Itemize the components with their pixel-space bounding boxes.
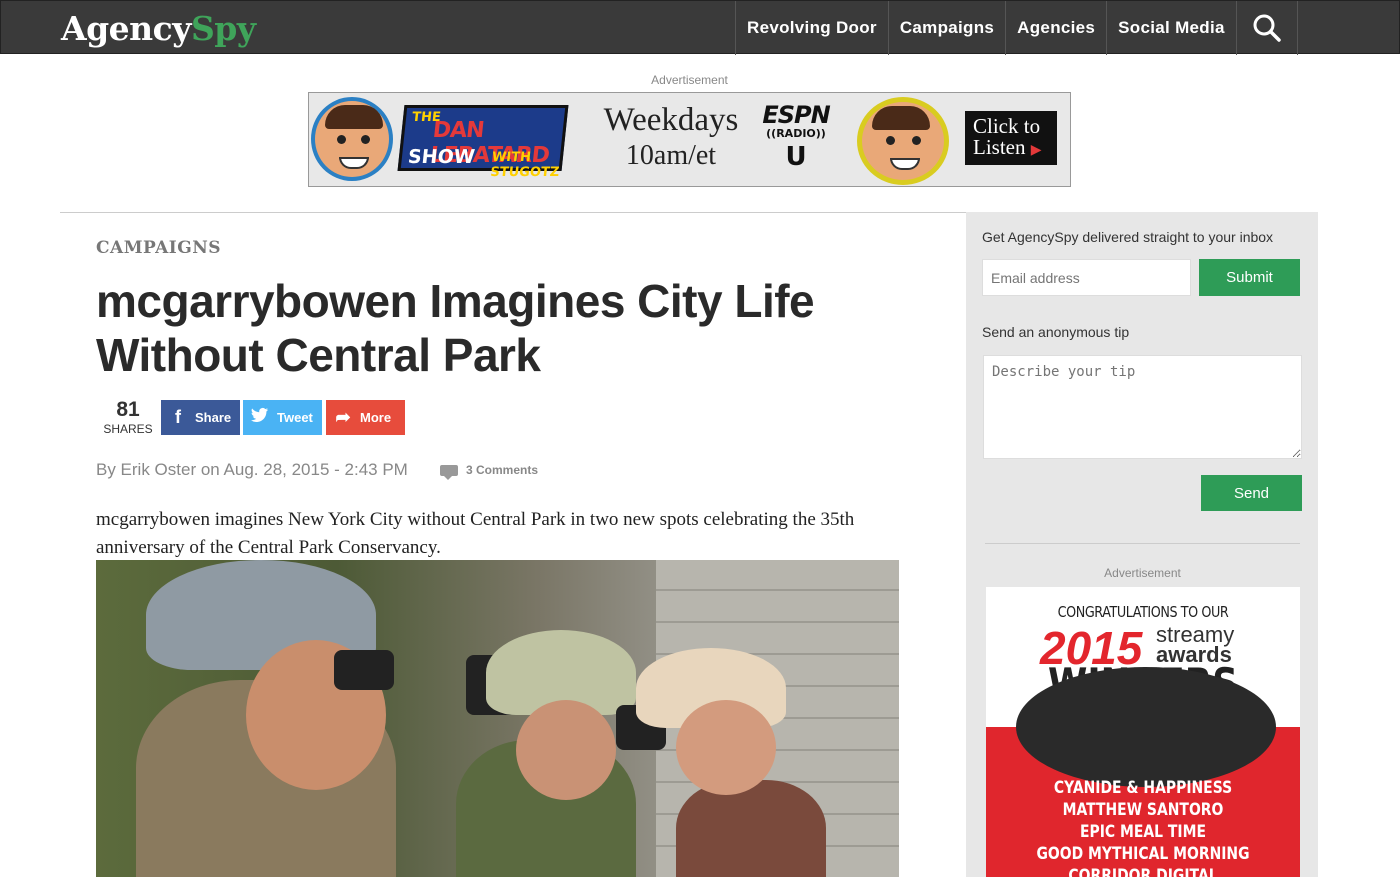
search-button[interactable] (1235, 1, 1298, 55)
share-count-label: SHARES (103, 422, 153, 436)
article-title: mcgarrybowen Imagines City Life Without … (96, 275, 815, 381)
article-hero-image (96, 560, 899, 877)
share-count: 81 SHARES (100, 398, 156, 436)
espn-wordmark: ESPN (762, 101, 830, 129)
cta-line2: Listen (973, 135, 1026, 159)
ad-winner-1: CYANIDE & HAPPINESS (1053, 778, 1233, 798)
tip-textarea[interactable] (983, 355, 1302, 459)
ad-schedule: Weekdays 10am/et (591, 101, 751, 173)
sidebar-ad-label: Advertisement (1104, 566, 1181, 580)
cta-line1: Click to (973, 114, 1041, 138)
show-logo-cohost: WITH STUGOTZ (489, 150, 560, 180)
sidebar-divider (985, 543, 1300, 544)
ad-winner-3: EPIC MEAL TIME (1079, 822, 1207, 842)
espn-radio-logo: ESPN ((RADIO)) U (761, 103, 831, 174)
show-logo: THE DAN LEBATARD SHOW WITH STUGOTZ (397, 105, 569, 180)
show-logo-show: SHOW (406, 146, 476, 168)
search-icon (1253, 14, 1281, 42)
top-banner-ad[interactable]: THE DAN LEBATARD SHOW WITH STUGOTZ Weekd… (308, 92, 1071, 187)
nav-social-media[interactable]: Social Media (1106, 1, 1236, 55)
article-lede: mcgarrybowen imagines New York City with… (96, 509, 855, 558)
facebook-share-button[interactable]: f Share (161, 400, 240, 435)
article-category[interactable]: CAMPAIGNS (96, 238, 221, 258)
email-field[interactable] (982, 259, 1191, 296)
content-divider (60, 212, 966, 213)
ad-winner-4: GOOD MYTHICAL MORNING (1036, 844, 1250, 864)
twitter-share-label: Tweet (277, 410, 313, 425)
comments-link[interactable]: 3 Comments (440, 463, 539, 480)
top-ad-label: Advertisement (651, 73, 728, 87)
send-button[interactable]: Send (1201, 475, 1302, 511)
nav-agencies[interactable]: Agencies (1005, 1, 1106, 55)
sidebar-ad[interactable]: CONGRATULATIONS TO OUR 2015 streamy awar… (986, 587, 1300, 877)
site-logo[interactable]: AgencySpy (61, 9, 256, 49)
ad-schedule-days: Weekdays (603, 102, 739, 138)
ad-winner-2: MATTHEW SANTORO (1062, 800, 1224, 820)
article-byline: By Erik Oster on Aug. 28, 2015 - 2:43 PM (96, 460, 408, 479)
submit-button[interactable]: Submit (1199, 259, 1300, 296)
ad-winner-list: CYANIDE & HAPPINESS MATTHEW SANTORO EPIC… (1014, 777, 1271, 877)
logo-spy: Spy (190, 9, 256, 48)
nav-revolving-door[interactable]: Revolving Door (735, 1, 888, 55)
ad-congrats: CONGRATULATIONS TO OUR (1057, 603, 1229, 621)
logo-agency: Agency (61, 9, 191, 48)
share-arrow-icon: ➦ (335, 407, 351, 427)
top-nav-bar: AgencySpy Revolving Door Campaigns Agenc… (0, 0, 1400, 55)
more-share-label: More (360, 410, 392, 425)
host-caricature-left (311, 97, 393, 181)
newsletter-label: Get AgencySpy delivered straight to your… (982, 229, 1274, 245)
tip-label: Send an anonymous tip (982, 324, 1130, 340)
twitter-icon (243, 407, 277, 428)
ad-winner-5: CORRIDOR DIGITAL (1068, 866, 1218, 877)
ad-schedule-time: 10am/et (625, 140, 717, 171)
espn-radio-label: ((RADIO)) (766, 127, 826, 140)
host-caricature-right (857, 97, 949, 185)
comments-count: 3 Comments (466, 463, 539, 477)
facebook-share-label: Share (195, 410, 232, 425)
share-count-number: 81 (116, 398, 140, 421)
click-to-listen-button[interactable]: Click to Listen ▶ (965, 111, 1057, 165)
nav-campaigns[interactable]: Campaigns (887, 1, 1005, 55)
facebook-icon: f (175, 407, 181, 427)
twitter-share-button[interactable]: Tweet (243, 400, 322, 435)
main-nav: Revolving Door Campaigns Agencies Social… (735, 1, 1298, 55)
play-arrow-icon: ▶ (1030, 143, 1042, 158)
comment-bubble-icon (440, 464, 458, 480)
more-share-button[interactable]: ➦ More (326, 400, 405, 435)
espn-u-mark: U (785, 142, 807, 172)
